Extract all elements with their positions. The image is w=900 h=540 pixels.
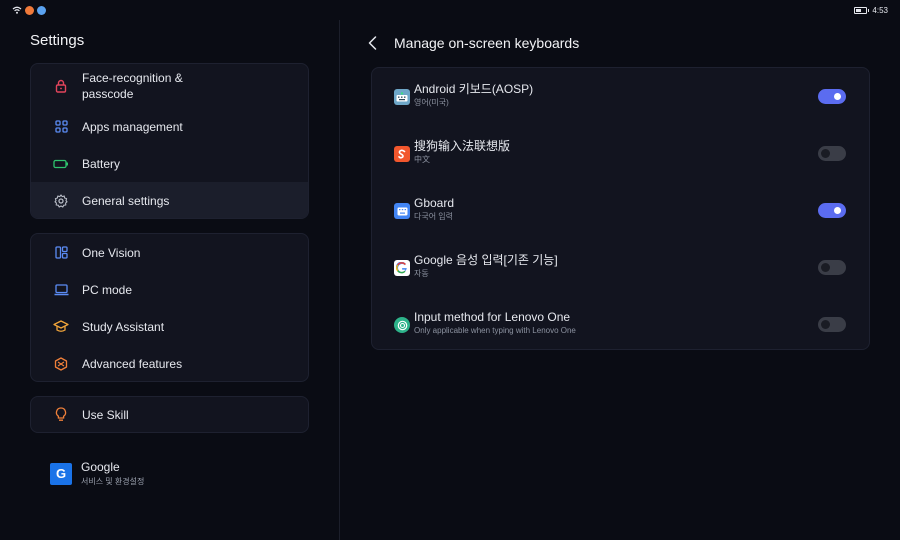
graduation-cap-icon [53, 319, 69, 335]
sidebar-item-label: Face-recognition & passcode [82, 71, 183, 101]
lock-icon [53, 78, 69, 94]
settings-group-2: One Vision PC mode Study Assistant Advan… [30, 233, 309, 382]
battery-icon [53, 156, 69, 172]
sidebar-item-label: One Vision [82, 245, 141, 260]
keyboard-list: Android 키보드(AOSP) 영어(미국) 搜狗输入法联想版 中文 Gbo… [371, 67, 870, 350]
toggle-knob [821, 263, 830, 272]
lenovo-one-icon [394, 317, 410, 333]
sidebar-item-label: General settings [82, 193, 170, 208]
status-icons-right: 4:53 [854, 6, 888, 15]
toggle-knob [832, 91, 843, 102]
google-subtitle: 서비스 및 환경설정 [81, 477, 145, 486]
sidebar-item-label: PC mode [82, 282, 133, 297]
sidebar-item-general-settings[interactable]: General settings [31, 182, 308, 218]
sogou-icon [394, 146, 410, 162]
keyboards-panel: Manage on-screen keyboards Android 키보드(A… [340, 20, 900, 540]
advanced-features-icon [53, 356, 69, 372]
toggle-knob [821, 149, 830, 158]
panel-header: Manage on-screen keyboards [368, 34, 579, 52]
back-arrow-icon[interactable] [368, 34, 380, 52]
sidebar-item-apps-management[interactable]: Apps management [31, 108, 308, 145]
sidebar-item-use-skill[interactable]: Use Skill [31, 397, 308, 432]
keyboard-item-gboard[interactable]: Gboard 다국어 입력 [372, 190, 869, 230]
sidebar-item-one-vision[interactable]: One Vision [31, 234, 308, 271]
sidebar-item-study-assistant[interactable]: Study Assistant [31, 308, 308, 345]
keyboard-item-sogou[interactable]: 搜狗输入法联想版 中文 [372, 133, 869, 173]
keyboard-toggle-switch[interactable] [818, 203, 846, 218]
apps-grid-icon [53, 119, 69, 135]
notification-icon-blue [37, 5, 46, 15]
keyboard-item-google-voice[interactable]: Google 음성 입력[기존 기능] 자동 [372, 247, 869, 287]
sidebar-item-battery[interactable]: Battery [31, 145, 308, 182]
keyboard-subtitle: Only applicable when typing with Lenovo … [414, 326, 576, 335]
keyboard-title: 搜狗输入法联想版 [414, 139, 511, 153]
toggle-knob [821, 320, 830, 329]
google-logo-icon: G [50, 462, 72, 485]
wifi-icon [12, 6, 22, 14]
sidebar-item-label: Study Assistant [82, 319, 165, 334]
panel-title: Manage on-screen keyboards [394, 35, 580, 51]
keyboard-title: Google 음성 입력[기존 기능] [414, 253, 558, 267]
settings-group-1: Face-recognition & passcode Apps managem… [30, 63, 309, 219]
page-title: Settings [30, 32, 85, 49]
android-keyboard-icon [394, 89, 410, 105]
settings-sidebar: Settings Face-recognition & passcode App… [0, 20, 339, 540]
sidebar-item-pc-mode[interactable]: PC mode [31, 271, 308, 308]
settings-group-3: Use Skill [30, 396, 309, 433]
laptop-icon [53, 282, 69, 298]
gear-icon [53, 193, 69, 209]
battery-status-icon [854, 6, 870, 14]
keyboard-subtitle: 中文 [414, 155, 430, 164]
keyboard-title: Input method for Lenovo One [414, 310, 571, 324]
sidebar-item-label: Use Skill [82, 407, 129, 422]
one-vision-icon [53, 245, 69, 261]
keyboard-subtitle: 자동 [414, 269, 429, 278]
keyboard-subtitle: 영어(미국) [414, 98, 449, 107]
google-voice-icon [394, 260, 410, 276]
clock: 4:53 [872, 5, 888, 15]
keyboard-title: Android 키보드(AOSP) [414, 82, 534, 96]
lightbulb-icon [53, 407, 69, 423]
sidebar-item-label: Apps management [82, 119, 183, 134]
keyboard-toggle-switch[interactable] [818, 317, 846, 332]
google-settings-item[interactable]: G Google 서비스 및 환경설정 [50, 460, 144, 487]
status-bar: 4:53 [0, 0, 900, 20]
keyboard-item-android-aosp[interactable]: Android 키보드(AOSP) 영어(미국) [372, 76, 869, 116]
sidebar-item-face-recognition[interactable]: Face-recognition & passcode [31, 64, 308, 108]
notification-icon-orange [25, 5, 34, 15]
keyboard-subtitle: 다국어 입력 [414, 212, 454, 221]
toggle-knob [832, 205, 843, 216]
gboard-icon [394, 203, 410, 219]
sidebar-item-advanced-features[interactable]: Advanced features [31, 345, 308, 381]
keyboard-title: Gboard [414, 196, 455, 210]
sidebar-item-label: Advanced features [82, 356, 183, 371]
keyboard-toggle-switch[interactable] [818, 146, 846, 161]
keyboard-item-lenovo-one[interactable]: Input method for Lenovo One Only applica… [372, 304, 869, 344]
google-title: Google [81, 460, 120, 474]
sidebar-item-label: Battery [82, 156, 121, 171]
keyboard-toggle-switch[interactable] [818, 260, 846, 275]
status-icons-left [12, 5, 46, 15]
keyboard-toggle-switch[interactable] [818, 89, 846, 104]
